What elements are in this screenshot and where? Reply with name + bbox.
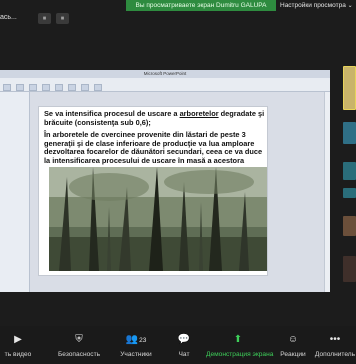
- participant-thumbnail[interactable]: [343, 66, 356, 110]
- participant-strip: [343, 66, 356, 306]
- forest-photo: [49, 167, 267, 271]
- forest-image: [49, 167, 267, 271]
- participants-button[interactable]: 👥23 Участники: [114, 326, 158, 364]
- chat-button[interactable]: 💬 Чат: [170, 326, 198, 364]
- participants-label: Участники: [120, 351, 152, 358]
- slides-panel: [0, 92, 30, 292]
- powerpoint-ribbon: [0, 78, 330, 92]
- window-title-fragment: ась...: [0, 14, 17, 21]
- video-label: ть видео: [4, 351, 32, 358]
- scrollbar[interactable]: [324, 92, 330, 292]
- shield-icon: ⛨: [75, 334, 83, 345]
- more-button[interactable]: ••• Дополнитель: [314, 326, 356, 364]
- security-label: Безопасность: [57, 351, 101, 358]
- reactions-label: Реакции: [280, 351, 306, 358]
- security-button[interactable]: ⛨ Безопасность: [56, 326, 102, 364]
- ribbon-icon: [94, 84, 102, 91]
- video-icon: ▶: [14, 334, 22, 345]
- zoom-window: Вы просматриваете экран Dumitru GALUPA Н…: [0, 0, 356, 364]
- ribbon-icon: [68, 84, 76, 91]
- top-bar: Вы просматриваете экран Dumitru GALUPA Н…: [0, 0, 356, 12]
- share-screen-label: Демонстрация экрана: [206, 351, 274, 358]
- participant-thumbnail[interactable]: [343, 122, 356, 144]
- participant-thumbnail[interactable]: [343, 162, 356, 180]
- reactions-icon: ☺: [287, 334, 299, 345]
- ribbon-icon: [42, 84, 50, 91]
- more-label: Дополнитель: [314, 351, 356, 358]
- slide-paragraph-2: În arboretele de cvercinee provenite din…: [44, 130, 263, 165]
- ribbon-icon: [29, 84, 37, 91]
- ribbon-icon: [55, 84, 63, 91]
- share-screen-icon: ⬆: [233, 334, 243, 345]
- chevron-down-icon: ⌄: [347, 3, 353, 9]
- participants-icon: 👥: [125, 334, 139, 345]
- ribbon-icon: [81, 84, 89, 91]
- chat-label: Чат: [178, 351, 190, 358]
- video-button[interactable]: ▶ ть видео: [0, 326, 36, 364]
- more-icon: •••: [329, 334, 341, 345]
- participants-count: 23: [139, 337, 147, 344]
- ribbon-icon: [16, 84, 24, 91]
- meeting-toolbar: ▶ ть видео ⛨ Безопасность 👥23 Участники …: [0, 326, 356, 364]
- powerpoint-titlebar: Microsoft PowerPoint: [0, 70, 330, 78]
- slide-text: Se va intensifica procesul de uscare a a…: [44, 109, 266, 170]
- view-settings-menu[interactable]: Настройки просмотра ⌄: [278, 0, 356, 11]
- slide-paragraph-1: Se va intensifica procesul de uscare a a…: [44, 109, 265, 127]
- share-banner: Вы просматриваете экран Dumitru GALUPA: [126, 0, 276, 11]
- participant-thumbnail[interactable]: [343, 216, 356, 236]
- pause-icon[interactable]: ⏸: [56, 13, 69, 24]
- share-screen-button[interactable]: ⬆ Демонстрация экрана: [206, 326, 274, 364]
- reactions-button[interactable]: ☺ Реакции: [276, 326, 310, 364]
- chat-icon: 💬: [177, 334, 191, 345]
- slide: Se va intensifica procesul de uscare a a…: [38, 106, 268, 276]
- participant-thumbnail[interactable]: [343, 188, 356, 198]
- pause-icon[interactable]: ⏸: [38, 13, 51, 24]
- participant-thumbnail[interactable]: [343, 256, 356, 282]
- view-settings-label: Настройки просмотра: [280, 2, 346, 9]
- ribbon-icon: [3, 84, 11, 91]
